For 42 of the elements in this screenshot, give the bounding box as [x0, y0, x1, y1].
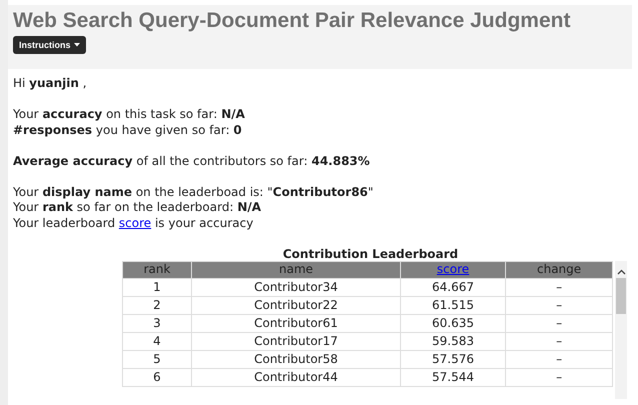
table-cell: 1: [122, 278, 192, 296]
table-cell: –: [506, 332, 613, 350]
table-cell: 6: [122, 368, 192, 386]
table-cell: Contributor61: [192, 314, 400, 332]
table-cell: 60.635: [400, 314, 506, 332]
table-cell: 57.544: [400, 368, 506, 386]
info-text: Your rank so far on the leaderboard: N/A: [13, 200, 262, 216]
table-cell: –: [506, 350, 613, 368]
table-cell: 3: [122, 314, 192, 332]
table-cell: –: [506, 314, 613, 332]
table-cell: Contributor34: [192, 278, 400, 296]
info-text: Your leaderboard score is your accuracy: [13, 216, 254, 231]
info-text: Your accuracy on this task so far: N/A: [13, 107, 246, 122]
table-cell: 61.515: [400, 296, 506, 314]
caret-icon: [74, 43, 80, 47]
table-cell: Contributor17: [192, 332, 400, 350]
table-cell: 4: [122, 332, 192, 350]
page-title: Web Search Query-Document Pair Relevance Judgment: [13, 9, 572, 33]
table-cell: 5: [122, 350, 192, 368]
scrollbar[interactable]: [615, 260, 627, 398]
info-text: Hi yuanjin ,: [13, 76, 88, 92]
table-caption: Contribution Leaderboard: [282, 246, 460, 260]
table-cell: 59.583: [400, 332, 506, 350]
table-cell: Contributor44: [192, 368, 400, 386]
info-text: Your display name on the leaderboad is: "Contributor86": [13, 184, 374, 200]
table-cell: –: [506, 296, 613, 314]
column-header: change: [506, 261, 613, 278]
table-cell: Contributor22: [192, 296, 400, 314]
info-text: #responses you have given so far: 0: [13, 122, 243, 138]
table-cell: Contributor58: [192, 350, 400, 368]
table-cell: 2: [122, 296, 192, 314]
table-cell: –: [506, 278, 613, 296]
scroll-thumb[interactable]: [616, 278, 626, 314]
table-cell: 57.576: [400, 350, 506, 368]
score-link[interactable]: score: [118, 216, 152, 230]
instructions-button[interactable]: Instructions: [13, 36, 86, 54]
info-text: Average accuracy of all the contributors so far: 44.883%: [13, 154, 371, 169]
table-cell: 64.667: [400, 278, 506, 296]
scroll-up-icon[interactable]: [616, 268, 626, 274]
column-header: rank: [122, 261, 192, 278]
table-cell: –: [506, 368, 613, 386]
column-header: name: [192, 261, 400, 278]
